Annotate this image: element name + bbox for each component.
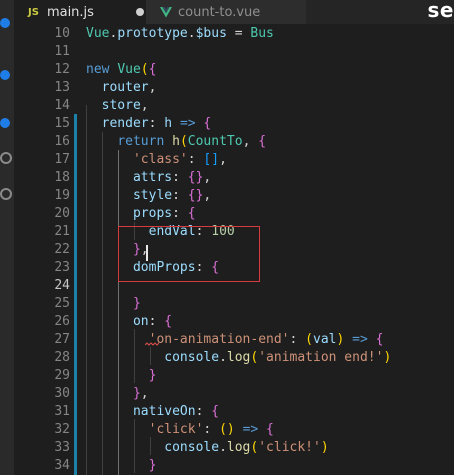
code-text: } <box>148 368 157 383</box>
code-text: store, <box>101 98 149 113</box>
line-number: 29 <box>54 368 70 383</box>
line-number: 24 <box>54 278 70 293</box>
code-text: }, <box>132 386 149 401</box>
line-number: 23 <box>54 260 70 275</box>
line-number: 15 <box>54 116 70 131</box>
line-number: 27 <box>54 332 70 347</box>
status-dot <box>0 118 10 128</box>
code-text: render: h => { <box>101 116 212 131</box>
code-text: on: { <box>132 314 173 329</box>
overlay-text: se <box>427 0 454 22</box>
unsaved-dot-icon[interactable] <box>136 8 144 16</box>
code-text: 'class': [], <box>132 152 227 167</box>
code-line[interactable]: 29 } <box>14 367 454 385</box>
code-line[interactable]: 16 return h(CountTo, { <box>14 133 454 151</box>
code-line[interactable]: 12 new Vue({ <box>14 61 454 79</box>
code-line[interactable]: 14 store, <box>14 97 454 115</box>
status-ring <box>0 152 12 164</box>
line-number: 33 <box>54 440 70 455</box>
code-text: 'on-animation-end': (val) => { <box>148 332 384 347</box>
line-number: 34 <box>54 458 70 473</box>
line-number: 17 <box>54 152 70 167</box>
line-number: 32 <box>54 422 70 437</box>
text-cursor <box>146 245 148 261</box>
code-line[interactable]: 13 router, <box>14 79 454 97</box>
tab-label: main.js <box>46 4 94 20</box>
line-number: 19 <box>54 188 70 203</box>
line-number: 22 <box>54 242 70 257</box>
code-line[interactable]: 11 <box>14 43 454 61</box>
code-text: console.log('animation end!') <box>164 350 392 365</box>
code-line[interactable]: 31 nativeOn: { <box>14 403 454 421</box>
code-text: attrs: {}, <box>132 170 212 185</box>
annotation-highlight-box <box>118 226 260 282</box>
line-number: 12 <box>54 62 70 77</box>
code-text: nativeOn: { <box>132 404 220 419</box>
line-number: 10 <box>54 26 70 41</box>
code-text: return h(CountTo, { <box>117 134 267 149</box>
code-line[interactable]: 32 'click': () => { <box>14 421 454 439</box>
code-line[interactable]: 28 console.log('animation end!') <box>14 349 454 367</box>
code-text: router, <box>101 80 157 95</box>
code-line[interactable]: 15 render: h => { <box>14 115 454 133</box>
code-text: console.log('click!') <box>164 440 329 455</box>
code-text: new Vue({ <box>86 62 157 77</box>
code-line[interactable]: 26 on: { <box>14 313 454 331</box>
code-text: props: { <box>132 206 196 221</box>
line-number: 28 <box>54 350 70 365</box>
code-line[interactable]: 27 'on-animation-end': (val) => { <box>14 331 454 349</box>
code-line[interactable]: 30 }, <box>14 385 454 403</box>
code-text: 'click': () => { <box>148 422 274 437</box>
vue-file-icon <box>160 6 172 17</box>
line-number: 16 <box>54 134 70 149</box>
line-number: 20 <box>54 206 70 221</box>
tab-count-to-vue[interactable]: count-to.vue <box>146 0 306 24</box>
line-number: 25 <box>54 296 70 311</box>
line-number: 26 <box>54 314 70 329</box>
code-line[interactable]: 18 attrs: {}, <box>14 169 454 187</box>
js-file-icon: JS <box>28 6 39 18</box>
code-line[interactable]: 17 'class': [], <box>14 151 454 169</box>
status-ring <box>0 188 12 200</box>
code-text: Vue.prototype.$bus = Bus <box>86 26 274 41</box>
code-line[interactable]: 19 style: {}, <box>14 187 454 205</box>
line-number: 11 <box>54 44 70 59</box>
line-number: 13 <box>54 80 70 95</box>
code-line[interactable]: 33 console.log('click!') <box>14 439 454 457</box>
line-number: 30 <box>54 386 70 401</box>
line-number: 18 <box>54 170 70 185</box>
tab-label: count-to.vue <box>178 4 261 20</box>
code-text: } <box>148 458 157 473</box>
error-squiggle <box>145 342 159 346</box>
code-text: style: {}, <box>132 188 212 203</box>
status-dot <box>0 70 10 80</box>
status-dot <box>0 18 10 28</box>
editor-tab-bar: JS main.js count-to.vue se <box>14 0 454 24</box>
activity-strip <box>0 0 14 475</box>
tab-main-js[interactable]: JS main.js <box>14 0 146 24</box>
code-text: } <box>132 296 141 311</box>
code-line[interactable]: 20 props: { <box>14 205 454 223</box>
code-line[interactable]: 34 } <box>14 457 454 475</box>
code-line[interactable]: 25 } <box>14 295 454 313</box>
line-number: 21 <box>54 224 70 239</box>
code-line[interactable]: 10 Vue.prototype.$bus = Bus <box>14 25 454 43</box>
line-number: 31 <box>54 404 70 419</box>
line-number: 14 <box>54 98 70 113</box>
